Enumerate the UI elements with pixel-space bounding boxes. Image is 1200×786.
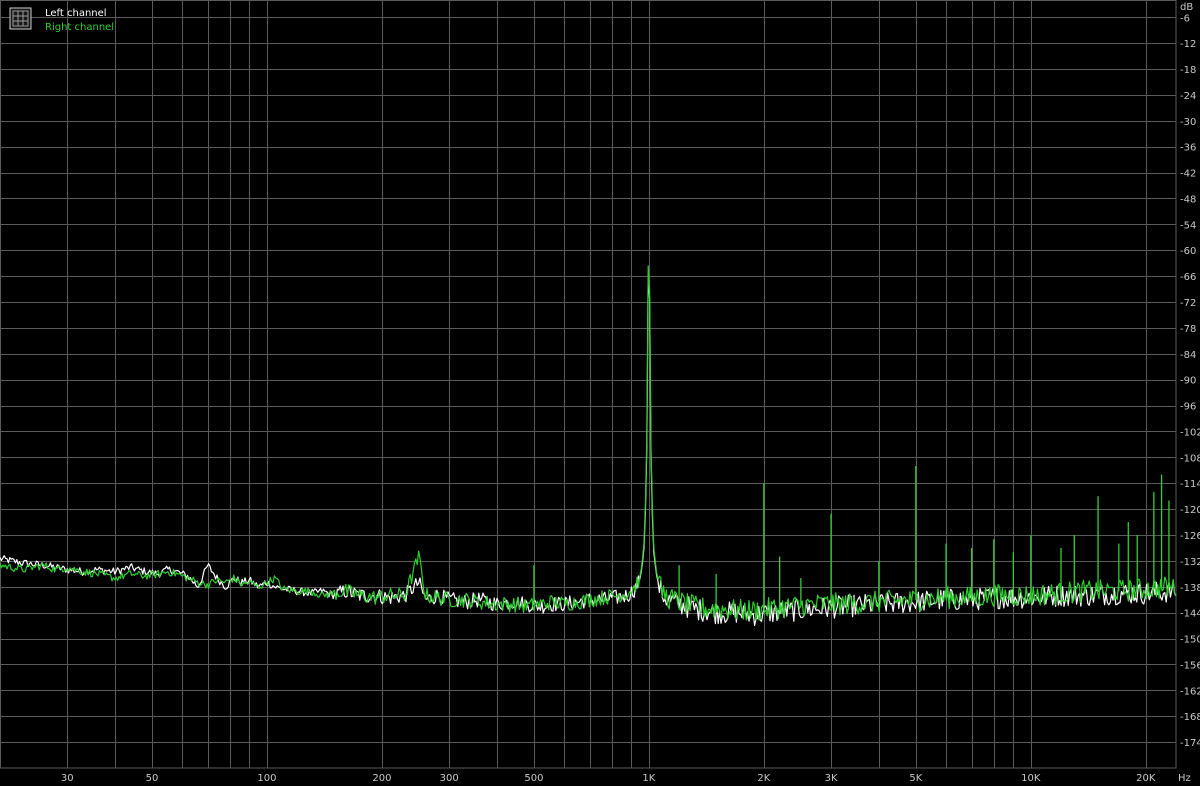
x-tick-label: 300 bbox=[440, 773, 459, 784]
y-tick-label: -138 bbox=[1180, 583, 1200, 594]
y-tick-label: -12 bbox=[1180, 39, 1196, 50]
x-tick-label: 3K bbox=[825, 773, 838, 784]
y-tick-label: -132 bbox=[1180, 557, 1200, 568]
y-tick-label: -150 bbox=[1180, 635, 1200, 646]
y-tick-label: -66 bbox=[1180, 272, 1196, 283]
y-tick-label: -48 bbox=[1180, 194, 1196, 205]
x-tick-label: 30 bbox=[61, 773, 74, 784]
legend-left-channel: Left channel bbox=[45, 8, 107, 19]
y-tick-label: -168 bbox=[1180, 712, 1200, 723]
y-unit-label: dB bbox=[1180, 2, 1193, 13]
y-tick-label: -84 bbox=[1180, 350, 1196, 361]
y-tick-label: -6 bbox=[1180, 13, 1190, 24]
y-tick-label: -126 bbox=[1180, 531, 1200, 542]
y-tick-label: -30 bbox=[1180, 117, 1196, 128]
y-tick-label: -144 bbox=[1180, 609, 1200, 620]
x-tick-label: 500 bbox=[524, 773, 543, 784]
x-tick-label: 10K bbox=[1021, 773, 1041, 784]
y-tick-label: -54 bbox=[1180, 220, 1196, 231]
y-tick-label: -36 bbox=[1180, 143, 1196, 154]
y-tick-label: -162 bbox=[1180, 686, 1200, 697]
x-tick-label: 100 bbox=[257, 773, 276, 784]
plot-background bbox=[0, 0, 1200, 786]
spectrum-chart: -6 -12 -18 -24 -30 -36 -42 -48 -54 -60 -66 -72 -78 -8… bbox=[0, 0, 1200, 786]
y-tick-label: -96 bbox=[1180, 402, 1196, 413]
y-tick-label: -102 bbox=[1180, 427, 1200, 438]
y-tick-label: -60 bbox=[1180, 246, 1196, 257]
y-tick-label: -42 bbox=[1180, 169, 1196, 180]
y-tick-label: -108 bbox=[1180, 453, 1200, 464]
y-tick-label: -90 bbox=[1180, 376, 1196, 387]
x-tick-label: 5K bbox=[909, 773, 922, 784]
y-tick-label: -174 bbox=[1180, 738, 1200, 749]
x-tick-label: 200 bbox=[372, 773, 391, 784]
y-tick-label: -24 bbox=[1180, 91, 1196, 102]
y-tick-label: -72 bbox=[1180, 298, 1196, 309]
x-unit-label: Hz bbox=[1178, 773, 1191, 784]
y-tick-label: -18 bbox=[1180, 65, 1196, 76]
grid-icon[interactable] bbox=[9, 7, 32, 30]
x-tick-label: 50 bbox=[146, 773, 159, 784]
y-tick-label: -156 bbox=[1180, 660, 1200, 671]
y-tick-label: -78 bbox=[1180, 324, 1196, 335]
y-tick-label: -120 bbox=[1180, 505, 1200, 516]
x-tick-label: 2K bbox=[757, 773, 770, 784]
x-tick-label: 20K bbox=[1136, 773, 1156, 784]
x-tick-label: 1K bbox=[642, 773, 655, 784]
legend-right-channel: Right channel bbox=[45, 22, 114, 33]
y-tick-label: -114 bbox=[1180, 479, 1200, 490]
